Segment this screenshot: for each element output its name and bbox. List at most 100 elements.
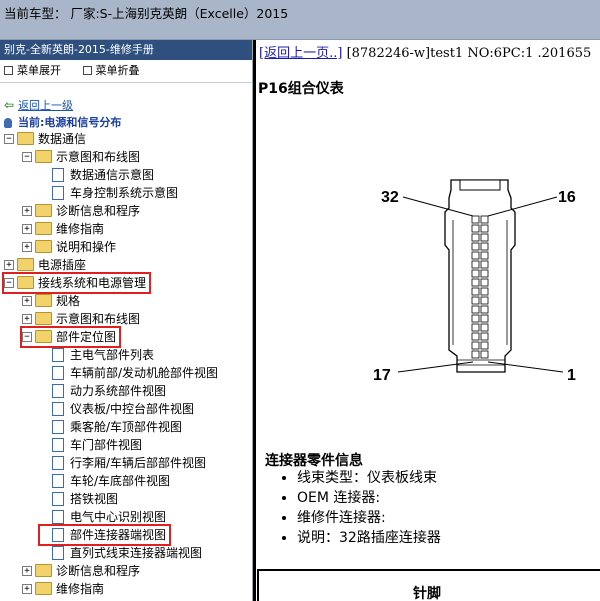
tree-item[interactable]: 搭铁视图	[40, 490, 118, 508]
tree-item[interactable]: + 维修指南	[22, 580, 104, 598]
info-item: 说明：32路插座连接器	[297, 528, 441, 548]
connector-diagram: 32 16 17 1	[373, 179, 576, 384]
tree-item-label: 规格	[56, 294, 81, 308]
tree-item[interactable]: 车门部件视图	[40, 436, 142, 454]
sidebar-header: 别克-全新英朗-2015-维修手册	[0, 40, 252, 60]
content-pane: [返回上一页..] [8782246-w]test1 NO:6PC:1 .201…	[253, 40, 600, 601]
tree-item[interactable]: 车轮/车底部件视图	[40, 472, 170, 490]
tree-item-label: 仪表板/中控台部件视图	[70, 402, 195, 416]
document-icon	[52, 455, 64, 470]
expand-toggle-icon[interactable]: +	[22, 223, 32, 234]
back-page-link[interactable]: [返回上一页..]	[259, 46, 342, 61]
folder-icon	[17, 132, 34, 145]
collapse-all-button[interactable]: 菜单折叠	[82, 64, 140, 77]
folder-icon	[35, 564, 52, 577]
tree-item[interactable]: + 诊断信息和程序	[22, 562, 140, 580]
expand-all-button[interactable]: 菜单展开	[4, 64, 61, 77]
pin-label-16: 16	[558, 189, 576, 206]
tree-item-label: 车身控制系统示意图	[70, 186, 179, 200]
tree-item[interactable]: − 数据通信	[4, 130, 86, 148]
expand-toggle-icon[interactable]: +	[22, 295, 32, 306]
pin-table: 针脚	[257, 569, 600, 601]
tree-item[interactable]: 数据通信示意图	[40, 166, 154, 184]
expand-all-label: 菜单展开	[17, 64, 61, 77]
folder-icon	[35, 204, 52, 217]
tree-item[interactable]: − 接线系统和电源管理	[1, 272, 152, 294]
pin-cavity	[471, 323, 480, 332]
pin-cavity	[480, 332, 489, 341]
expand-toggle-icon[interactable]: +	[22, 241, 32, 252]
tree-item-label: 说明和操作	[56, 240, 117, 254]
folder-icon	[35, 294, 52, 307]
sidebar: 别克-全新英朗-2015-维修手册 菜单展开 菜单折叠 ⇦ 返回上一级 当前:电源…	[0, 40, 253, 601]
tree-item-label: 行李厢/车辆后部部件视图	[70, 456, 207, 470]
expand-toggle-icon[interactable]: +	[22, 583, 32, 594]
folder-icon	[35, 582, 52, 595]
connector-info-list: 线束类型：仪表板线束 OEM 连接器: 维修件连接器: 说明：32路插座连接器	[277, 468, 441, 548]
tree-item[interactable]: 电气中心识别视图	[40, 508, 166, 526]
expand-toggle-icon[interactable]: −	[4, 277, 14, 288]
pin-cavity	[471, 314, 480, 323]
pin-cavity	[480, 242, 489, 251]
pin-cavity	[471, 251, 480, 260]
pin-cavity	[480, 269, 489, 278]
tree-item-label: 维修指南	[56, 582, 105, 596]
pin-cavity	[480, 251, 489, 260]
tree-item[interactable]: + 示意图和布线图	[22, 310, 140, 328]
pin-cavity	[480, 314, 489, 323]
square-icon	[4, 65, 13, 75]
pin-cavity	[480, 215, 489, 224]
tree-item[interactable]: 主电气部件列表	[40, 346, 154, 364]
pin-cavity	[480, 296, 489, 305]
tree-item-label: 诊断信息和程序	[56, 564, 141, 578]
expand-toggle-icon[interactable]: +	[22, 205, 32, 216]
collapse-all-label: 菜单折叠	[95, 64, 140, 77]
square-icon	[82, 65, 92, 75]
tree-item[interactable]: 车辆前部/发动机舱部件视图	[40, 364, 218, 382]
current-location-label: 当前:电源和信号分布	[18, 116, 122, 129]
tree-item[interactable]: 直列式线束连接器端视图	[40, 544, 202, 562]
tree-item[interactable]: + 电源插座	[4, 256, 86, 274]
expand-toggle-icon[interactable]: +	[4, 259, 14, 270]
expand-toggle-icon[interactable]: +	[22, 565, 32, 576]
back-arrow-icon: ⇦	[4, 98, 15, 112]
pin-cavity	[471, 350, 480, 359]
expand-toggle-icon[interactable]: −	[22, 331, 32, 342]
tree-item[interactable]: − 示意图和布线图	[22, 148, 140, 166]
info-item: 线束类型：仪表板线束	[297, 468, 441, 488]
expand-toggle-icon[interactable]: −	[4, 133, 14, 144]
document-icon	[52, 491, 64, 506]
tree-item[interactable]: + 诊断信息和程序	[22, 202, 140, 220]
tree-item[interactable]: + 维修指南	[22, 220, 104, 238]
tree-item-label: 搭铁视图	[70, 492, 119, 506]
pin-cavity	[471, 260, 480, 269]
back-link-label: 返回上一级	[18, 99, 74, 112]
pin-cavity	[480, 260, 489, 269]
folder-icon	[35, 312, 52, 325]
tree-item[interactable]: 动力系统部件视图	[40, 382, 166, 400]
tree-item[interactable]: 车身控制系统示意图	[40, 184, 178, 202]
expand-toggle-icon[interactable]: +	[22, 313, 32, 324]
tree-item-label: 接线系统和电源管理	[38, 276, 147, 290]
tree-item-label: 示意图和布线图	[56, 150, 141, 164]
pin-cavity	[471, 305, 480, 314]
document-icon	[52, 509, 64, 524]
pin-cavity	[480, 350, 489, 359]
tree-item[interactable]: 行李厢/车辆后部部件视图	[40, 454, 206, 472]
tree-item[interactable]: 部件连接器端视图	[37, 524, 172, 546]
tree-item[interactable]: 乘客舱/车顶部件视图	[40, 418, 182, 436]
tree-item-label: 动力系统部件视图	[70, 384, 167, 398]
tree-item-label: 数据通信示意图	[70, 168, 155, 182]
document-icon	[52, 347, 64, 362]
document-icon	[52, 383, 64, 398]
tree-item[interactable]: 仪表板/中控台部件视图	[40, 400, 194, 418]
pin-cavity	[471, 341, 480, 350]
tree-item[interactable]: − 部件定位图	[19, 326, 122, 348]
tree-item[interactable]: + 规格	[22, 292, 80, 310]
pin-cavity	[471, 287, 480, 296]
tree-item[interactable]: + 说明和操作	[22, 238, 116, 256]
back-link[interactable]: ⇦ 返回上一级	[4, 96, 73, 114]
page-title: P16组合仪表	[258, 81, 344, 97]
document-icon	[52, 365, 64, 380]
expand-toggle-icon[interactable]: −	[22, 151, 32, 162]
